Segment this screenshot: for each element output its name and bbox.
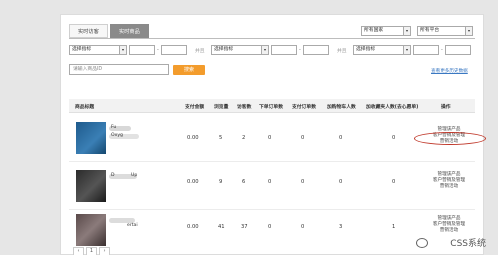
range-dash: - — [157, 47, 159, 53]
cell-pv: 5 — [219, 135, 223, 141]
marketing-campaign-link[interactable]: 营销活动 — [429, 228, 469, 234]
tab-realtime-products[interactable]: 实时商品 — [110, 24, 149, 38]
chevron-down-icon — [119, 46, 126, 54]
cell-amount: 0.00 — [187, 179, 199, 185]
product-thumbnail — [76, 122, 106, 154]
col-fav-users: 加收藏夹人数(去心愿单) — [366, 105, 419, 110]
table-row: ertai 0.00 41 37 0 0 3 1 管理该产品 客户营销及管理 营… — [69, 210, 475, 255]
platform-select[interactable]: 所有平台 — [417, 26, 473, 36]
product-title-fragment[interactable]: ertai — [127, 223, 138, 228]
cell-uv: 6 — [242, 179, 246, 185]
country-select-value: 所有国家 — [364, 28, 384, 33]
row-actions: 管理该产品 客户营销及管理 营销活动 — [429, 216, 469, 234]
joiner-label: 并且 — [195, 49, 205, 54]
chevron-down-icon — [261, 46, 268, 54]
metric-select-3-value: 选择指标 — [356, 47, 376, 52]
wechat-icon — [416, 238, 428, 248]
metric-3-max-input[interactable] — [445, 45, 471, 55]
col-ops: 操作 — [441, 105, 451, 110]
search-placeholder: 请输入商品ID — [73, 67, 103, 72]
cell-uv: 37 — [241, 224, 248, 230]
annotation-ellipse — [414, 132, 486, 145]
product-thumbnail — [76, 170, 106, 202]
metric-select-2-value: 选择指标 — [214, 47, 234, 52]
product-title-fragment[interactable]: D — [111, 173, 115, 178]
metric-1-min-input[interactable] — [129, 45, 155, 55]
pager-prev-button[interactable]: ‹ — [73, 247, 84, 255]
cell-paid-orders: 0 — [301, 135, 305, 141]
cell-pv: 41 — [218, 224, 225, 230]
chevron-down-icon — [403, 46, 410, 54]
history-data-link[interactable]: 查看更多历史数据 — [431, 68, 468, 74]
product-title-fragment[interactable]: Up — [131, 173, 137, 178]
cell-fav-users: 0 — [392, 179, 396, 185]
metric-2-max-input[interactable] — [303, 45, 329, 55]
cell-paid-orders: 0 — [301, 179, 305, 185]
cell-orders: 0 — [268, 135, 272, 141]
cell-cart-users: 0 — [339, 179, 343, 185]
cell-cart-users: 0 — [339, 135, 343, 141]
col-amount: 支付金额 — [185, 105, 205, 110]
cell-paid-orders: 0 — [301, 224, 305, 230]
cell-fav-users: 1 — [392, 224, 396, 230]
table-header: 商品标题 支付金额 浏览量 访客数 下单订单数 支付订单数 加购物车人数 加收藏… — [69, 99, 475, 113]
metric-1-max-input[interactable] — [161, 45, 187, 55]
col-pv: 浏览量 — [214, 105, 229, 110]
product-title-fragment[interactable]: Fu — [111, 125, 116, 130]
cell-amount: 0.00 — [187, 135, 199, 141]
platform-select-value: 所有平台 — [420, 28, 440, 33]
tab-divider — [69, 38, 475, 39]
chevron-down-icon — [465, 27, 472, 35]
marketing-campaign-link[interactable]: 营销活动 — [429, 184, 469, 190]
product-thumbnail — [76, 214, 106, 246]
watermark: CSS系统 — [450, 239, 486, 249]
joiner-label: 并且 — [337, 49, 347, 54]
cell-pv: 9 — [219, 179, 223, 185]
pager-next-button[interactable]: › — [99, 247, 110, 255]
row-actions: 管理该产品 客户营销及管理 营销活动 — [429, 172, 469, 190]
metric-select-1-value: 选择指标 — [72, 47, 92, 52]
product-title-fragment[interactable]: Oxyg — [111, 133, 123, 138]
main-panel: 实时访客 实时商品 所有国家 所有平台 选择指标 - 并且 选择指标 - 并且 … — [60, 14, 486, 255]
cell-orders: 0 — [268, 179, 272, 185]
metric-3-min-input[interactable] — [413, 45, 439, 55]
col-paid-orders: 支付订单数 — [292, 105, 316, 110]
table-row: D Up 0.00 9 6 0 0 0 0 管理该产品 客户营销及管理 营销活动 — [69, 162, 475, 210]
tab-realtime-visitors[interactable]: 实时访客 — [69, 24, 108, 38]
range-dash: - — [299, 47, 301, 53]
metric-2-min-input[interactable] — [271, 45, 297, 55]
product-id-search-input[interactable]: 请输入商品ID — [69, 64, 169, 75]
cell-orders: 0 — [268, 224, 272, 230]
range-dash: - — [441, 47, 443, 53]
col-title: 商品标题 — [75, 105, 95, 110]
metric-select-3[interactable]: 选择指标 — [353, 45, 411, 55]
metric-select-2[interactable]: 选择指标 — [211, 45, 269, 55]
col-uv: 访客数 — [237, 105, 252, 110]
cell-amount: 0.00 — [187, 224, 199, 230]
country-select[interactable]: 所有国家 — [361, 26, 411, 36]
col-cart-users: 加购物车人数 — [327, 105, 356, 110]
metric-select-1[interactable]: 选择指标 — [69, 45, 127, 55]
cell-cart-users: 3 — [339, 224, 343, 230]
pager-page-button[interactable]: 1 — [86, 247, 97, 255]
cell-uv: 2 — [242, 135, 246, 141]
chevron-down-icon — [403, 27, 410, 35]
col-orders: 下单订单数 — [259, 105, 283, 110]
search-button[interactable]: 搜索 — [173, 65, 205, 75]
cell-fav-users: 0 — [392, 135, 396, 141]
